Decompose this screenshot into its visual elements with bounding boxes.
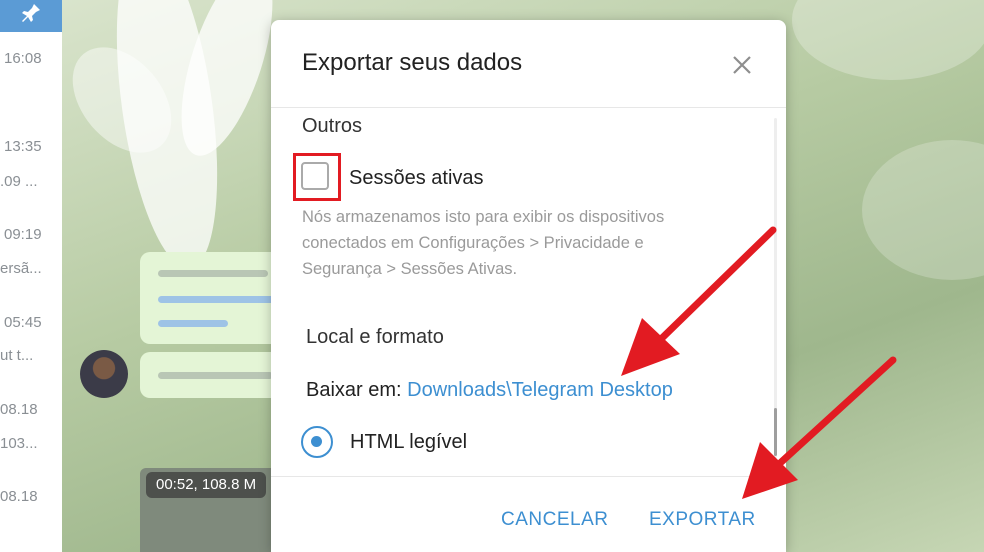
annotation-arrows [621, 226, 897, 499]
arrow-icon [742, 356, 897, 499]
arrow-icon [621, 226, 777, 376]
